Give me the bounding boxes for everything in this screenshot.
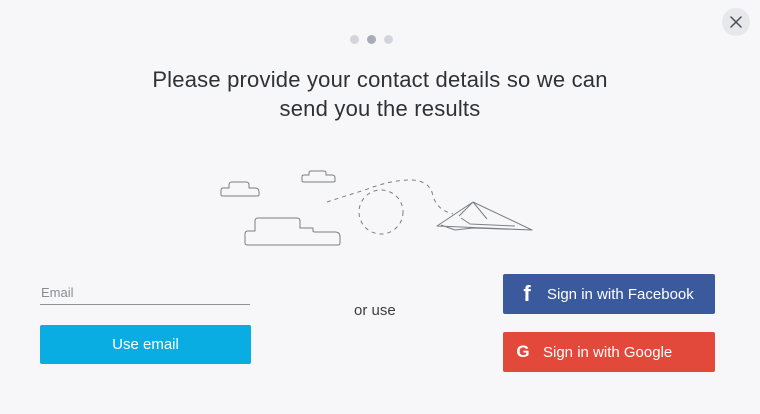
google-button-label: Sign in with Google (543, 343, 673, 361)
close-button[interactable] (722, 8, 750, 36)
email-input[interactable] (40, 282, 250, 305)
paper-plane (436, 201, 533, 231)
paper-plane-illustration (220, 170, 533, 246)
step-indicator (350, 35, 393, 44)
sign-in-facebook-button[interactable]: f Sign in with Facebook (503, 274, 715, 314)
cloud-small-right (301, 170, 336, 183)
headline-line-2: send you the results (279, 96, 481, 121)
sign-in-google-button[interactable]: G Sign in with Google (503, 332, 715, 372)
headline-line-1: Please provide your contact details so w… (152, 67, 608, 92)
facebook-button-label: Sign in with Facebook (547, 285, 694, 303)
facebook-icon: f (523, 281, 531, 306)
cloud-large (244, 217, 341, 246)
close-icon (730, 16, 742, 28)
step-dot-1 (350, 35, 359, 44)
cloud-small-left (220, 181, 260, 197)
step-dot-2 (367, 35, 376, 44)
or-use-separator: or use (354, 302, 396, 319)
use-email-button[interactable]: Use email (40, 325, 251, 364)
dashed-trail (326, 179, 454, 215)
page-title: Please provide your contact details so w… (80, 65, 680, 123)
step-dot-3 (384, 35, 393, 44)
google-icon: G (516, 342, 530, 361)
dashed-loop (358, 189, 404, 235)
